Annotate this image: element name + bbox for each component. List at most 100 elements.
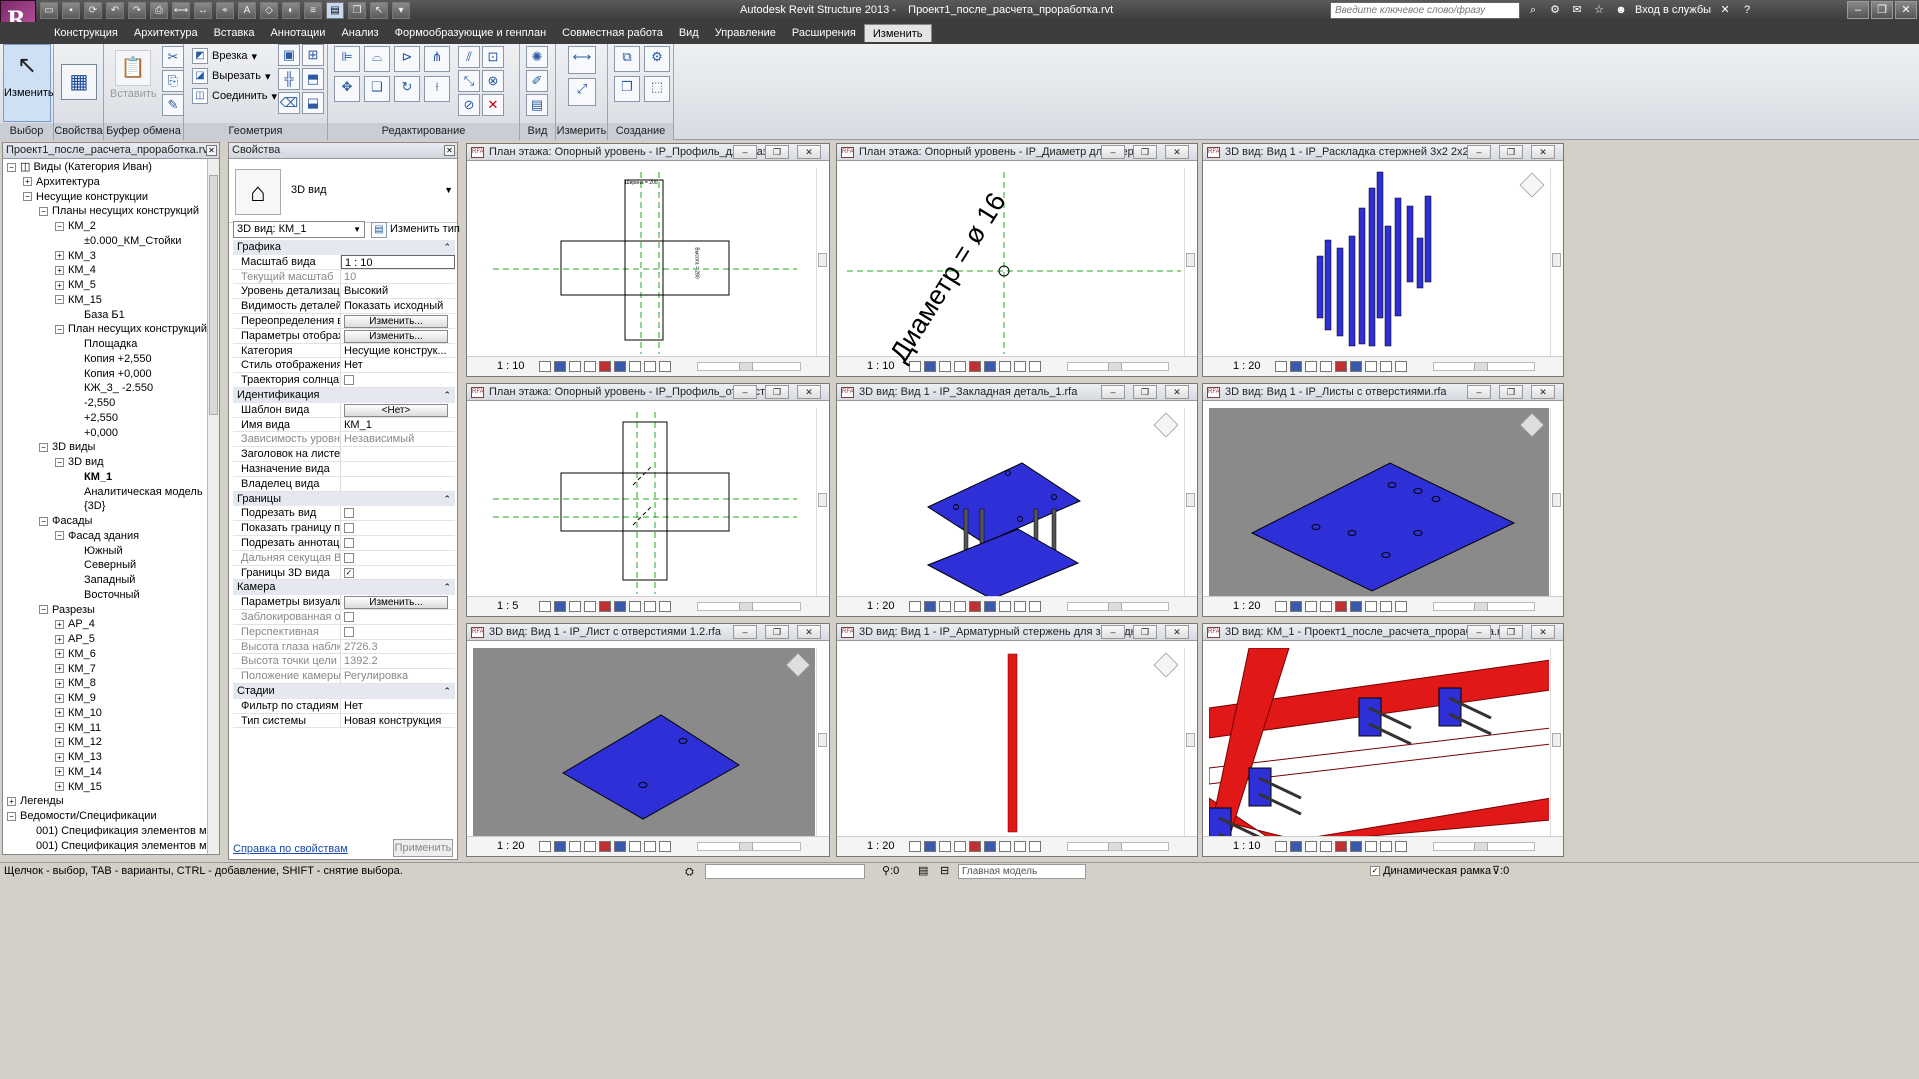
design-option-select[interactable]: Главная модель [958,864,1086,879]
property-value[interactable]: 1 : 10 [341,254,455,269]
visual-style-icon[interactable] [924,841,936,852]
help-icon[interactable]: ? [1739,2,1755,18]
reveal-hidden-icon[interactable] [1014,361,1026,372]
favorites-icon[interactable]: ☆ [1591,2,1607,18]
property-edit-button[interactable]: Изменить... [344,329,448,343]
property-checkbox[interactable]: ✓ [344,567,354,578]
property-edit-button[interactable]: <Нет> [344,403,448,417]
sync-icon[interactable]: ⟳ [84,2,102,19]
create-similar-icon[interactable]: ⬚ [644,76,670,102]
tree-item[interactable]: − Ведомости/Спецификации [7,809,157,824]
view-scrollbar[interactable] [816,168,828,356]
detail-level-icon[interactable] [909,601,921,612]
close-icon[interactable]: ✕ [444,145,455,156]
tree-item[interactable]: КМ_1 [71,470,112,485]
tag-icon[interactable]: ⌖ [216,2,234,19]
property-checkbox[interactable] [344,538,354,549]
view-title[interactable]: RFA План этажа: Опорный уровень - IP_Проф… [467,384,829,401]
view-hscrollbar[interactable] [697,602,801,611]
analytical-model-icon[interactable] [1395,601,1407,612]
collapse-icon[interactable]: − [7,162,16,172]
temp-hide-icon[interactable] [629,601,641,612]
crop-region-icon[interactable] [599,841,611,852]
property-group[interactable]: Камера ⌃ [233,580,455,596]
tree-item[interactable]: + АР_5 [55,632,95,647]
view-scrollbar[interactable] [1184,168,1196,356]
login-link[interactable]: Вход в службы [1635,4,1711,16]
tree-item[interactable]: Площадка [71,337,137,352]
filter-icon[interactable]: ⊽:0 [1492,863,1509,879]
close-hidden-icon[interactable]: ▤ [326,2,344,19]
qat-menu-icon[interactable]: ▾ [392,2,410,19]
cutout-button[interactable]: ◪ Вырезать ▾ [192,68,270,84]
tree-item[interactable]: {3D} [71,499,105,514]
expand-icon[interactable]: + [55,693,64,703]
scrollbar-thumb[interactable] [1186,492,1195,507]
show-crop-icon[interactable] [1350,601,1362,612]
tree-item[interactable]: + КМ_14 [55,765,102,780]
expand-icon[interactable]: + [55,752,64,762]
create-assembly-icon[interactable]: ⧉ [614,46,640,72]
crop-region-icon[interactable] [599,601,611,612]
scrollbar-thumb[interactable] [1474,843,1488,850]
collapse-icon[interactable]: − [39,516,48,526]
property-value[interactable] [341,477,455,491]
restore-icon[interactable]: ❐ [765,625,789,639]
view-window[interactable]: RFA План этажа: Опорный уровень - IP_Проф… [466,383,830,617]
beam-join-icon[interactable]: ⊞ [302,44,324,66]
crop-region-icon[interactable] [1335,601,1347,612]
detail-level-icon[interactable] [1275,841,1287,852]
exchange-icon[interactable]: ✕ [1717,2,1733,18]
property-value[interactable]: Показать исходный [341,299,455,313]
crop-region-icon[interactable] [1335,361,1347,372]
demolish-icon[interactable]: ⌫ [278,92,300,114]
align-icon[interactable]: ⊫ [334,46,360,72]
tree-item[interactable]: + КМ_6 [55,647,96,662]
tree-item[interactable]: + КМ_8 [55,676,96,691]
split-face-icon[interactable]: ▣ [278,44,300,66]
expand-icon[interactable]: + [23,177,32,187]
property-group[interactable]: Графика ⌃ [233,240,455,255]
view-title[interactable]: RFA 3D вид: Вид 1 - IP_Лист с отверстиями… [467,624,829,641]
design-options-icon[interactable]: ▤ [918,863,928,879]
show-crop-icon[interactable] [1350,841,1362,852]
sun-path-icon[interactable] [939,841,951,852]
property-value[interactable]: Высокий [341,284,455,298]
expand-icon[interactable]: + [55,782,64,792]
collapse-icon[interactable]: ⌃ [443,388,451,402]
restore-icon[interactable]: ❐ [1133,625,1157,639]
visual-style-icon[interactable] [1290,841,1302,852]
tree-item[interactable]: − Фасад здания [55,529,139,544]
show-crop-icon[interactable] [984,601,996,612]
close-icon[interactable]: ✕ [1531,625,1555,639]
property-edit-button[interactable]: Изменить... [344,596,448,609]
temp-hide-icon[interactable] [999,361,1011,372]
reveal-hidden-icon[interactable] [1014,601,1026,612]
view-canvas[interactable] [1209,168,1549,356]
tree-item[interactable]: −3D виды [39,440,95,455]
binoculars-icon[interactable]: ⌕ [1525,2,1541,18]
view-scrollbar[interactable] [816,408,828,596]
sun-path-icon[interactable] [569,841,581,852]
minimize-icon[interactable]: – [1847,1,1869,19]
edit-type-button[interactable]: ▤ Изменить тип [371,221,460,238]
reveal-hidden-icon[interactable] [1380,601,1392,612]
view-window[interactable]: RFA 3D вид: Вид 1 - IP_Закладная деталь_1… [836,383,1198,617]
tree-item[interactable]: ±0.000_КМ_Стойки [71,234,181,249]
visual-style-icon[interactable] [554,841,566,852]
create-parts-icon[interactable]: ⚙ [644,46,670,72]
tree-item[interactable]: − Фасады [39,514,92,529]
dimension-icon[interactable]: ↔ [194,2,212,19]
scrollbar-thumb[interactable] [1552,732,1561,747]
worksets-icon[interactable]: ⛭ [685,864,694,880]
view-window[interactable]: RFA 3D вид: Вид 1 - IP_Листы с отверстиям… [1202,383,1564,617]
view-canvas[interactable] [843,648,1183,836]
split-icon[interactable]: ⫽ [458,46,480,68]
tree-item[interactable]: Западный [71,573,135,588]
minimize-icon[interactable]: – [733,625,757,639]
view-title[interactable]: RFA 3D вид: Вид 1 - IP_Листы с отверстиям… [1203,384,1563,401]
close-icon[interactable]: ✕ [797,385,821,399]
scrollbar-thumb[interactable] [1186,732,1195,747]
view-hscrollbar[interactable] [1067,602,1169,611]
minimize-icon[interactable]: – [1467,625,1491,639]
